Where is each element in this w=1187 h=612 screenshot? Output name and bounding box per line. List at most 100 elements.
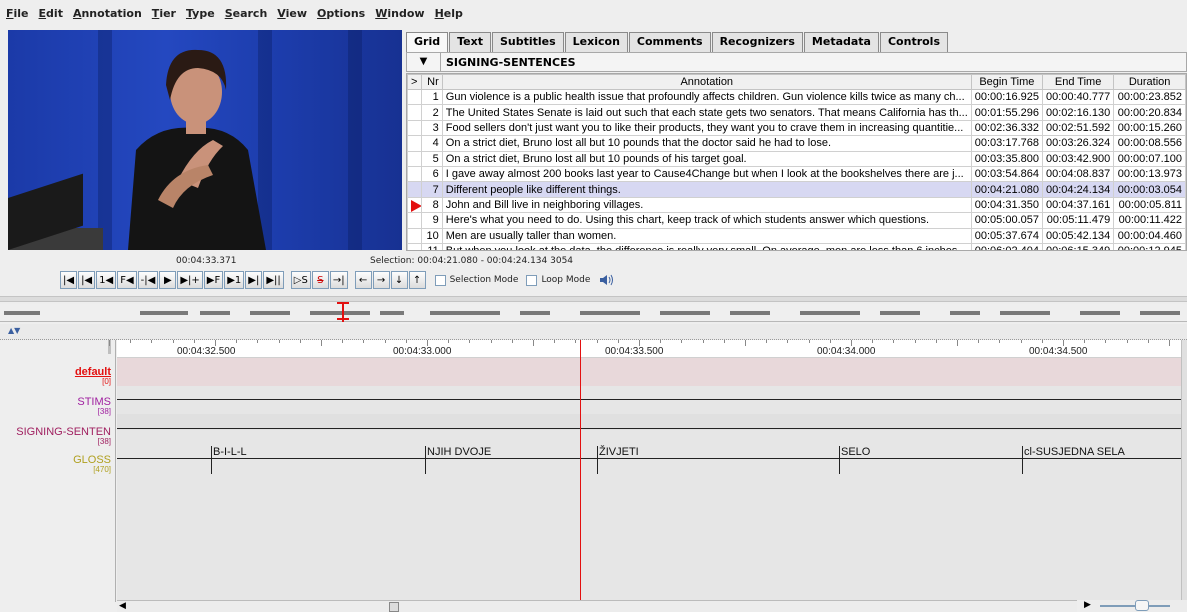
row-nr[interactable]: 4 [420, 135, 443, 152]
row-end-time[interactable]: 00:05:42.134 [1041, 227, 1115, 244]
row-duration[interactable]: 00:00:07.100 [1113, 150, 1186, 167]
grid-row[interactable]: 11But when you look at the data, the dif… [407, 242, 1186, 250]
menu-view[interactable]: View [277, 7, 307, 20]
col-begin-header[interactable]: Begin Time [970, 74, 1043, 90]
panel-splitter[interactable] [0, 296, 1187, 302]
col-annotation-header[interactable]: Annotation [441, 74, 972, 90]
gloss-annotation[interactable]: SELO [841, 446, 870, 458]
menu-edit[interactable]: Edit [39, 7, 63, 20]
go-to-begin-button[interactable]: |◀ [60, 271, 78, 289]
gloss-annotation[interactable]: NJIH DVOJE [427, 446, 491, 458]
row-annotation[interactable]: Here's what you need to do. Using this c… [441, 212, 972, 229]
grid-row[interactable]: 8 John and Bill live in neighboring villa… [407, 196, 1186, 214]
menu-type[interactable]: Type [186, 7, 215, 20]
tab-comments[interactable]: Comments [628, 32, 711, 52]
row-begin-time[interactable]: 00:06:02.404 [970, 242, 1043, 250]
row-duration[interactable]: 00:00:03.054 [1113, 181, 1186, 198]
previous-second-button[interactable]: 1◀ [96, 271, 117, 289]
menu-search[interactable]: Search [225, 7, 268, 20]
collapse-toggle-icon[interactable]: ▲▼ [8, 326, 20, 335]
row-begin-time[interactable]: 00:03:54.864 [970, 165, 1043, 183]
col-duration-header[interactable]: Duration [1113, 74, 1186, 90]
next-frame-button[interactable]: ▶F [203, 271, 224, 289]
previous-annotation-button[interactable]: ← [354, 271, 372, 289]
grid-row[interactable]: 5 On a strict diet, Bruno lost all but 10… [407, 150, 1186, 167]
row-nr[interactable]: 3 [420, 119, 443, 137]
row-annotation[interactable]: I gave away almost 200 books last year t… [441, 165, 972, 183]
row-annotation[interactable]: On a strict diet, Bruno lost all but 10 … [441, 150, 972, 167]
row-annotation[interactable]: On a strict diet, Bruno lost all but 10 … [441, 135, 972, 152]
selection-mode-checkbox[interactable]: Selection Mode [434, 274, 518, 286]
row-marker[interactable] [407, 212, 422, 229]
row-annotation[interactable]: Different people like different things. [441, 181, 972, 198]
tier-label-gloss[interactable]: GLOSS [470] [73, 454, 111, 474]
previous-pixel-button[interactable]: -|◀ [137, 271, 159, 289]
row-annotation[interactable]: Gun violence is a public health issue th… [441, 88, 972, 106]
row-marker[interactable] [407, 242, 422, 250]
row-end-time[interactable]: 00:03:26.324 [1041, 135, 1115, 152]
row-duration[interactable]: 00:00:13.973 [1113, 165, 1186, 183]
row-marker[interactable] [407, 119, 422, 137]
row-annotation[interactable]: John and Bill live in neighboring villag… [441, 196, 972, 214]
row-marker[interactable] [407, 150, 422, 167]
row-duration[interactable]: 00:00:12.945 [1113, 242, 1186, 250]
track-default[interactable] [117, 358, 1181, 386]
annotation-above-button[interactable]: ↑ [408, 271, 426, 289]
grid-row[interactable]: 4 On a strict diet, Bruno lost all but 10… [407, 135, 1186, 152]
gloss-annotation[interactable]: B-I-L-L [213, 446, 247, 458]
zoom-slider[interactable]: ▶ [1080, 600, 1187, 612]
row-marker[interactable] [407, 165, 422, 183]
menu-file[interactable]: File [6, 7, 29, 20]
row-marker[interactable] [407, 196, 422, 214]
row-nr[interactable]: 9 [420, 212, 443, 229]
row-begin-time[interactable]: 00:04:21.080 [970, 181, 1043, 198]
dropdown-arrow-icon[interactable]: ▼ [407, 53, 441, 71]
row-duration[interactable]: 00:00:11.422 [1113, 212, 1186, 229]
row-marker[interactable] [407, 104, 422, 121]
row-marker[interactable] [407, 88, 422, 106]
selection-mode-box[interactable] [434, 274, 446, 286]
menu-annotation[interactable]: Annotation [73, 7, 142, 20]
row-begin-time[interactable]: 00:01:55.296 [970, 104, 1043, 121]
row-begin-time[interactable]: 00:05:37.674 [970, 227, 1043, 244]
play-button[interactable]: ▶ [159, 271, 177, 289]
next-scrollview-button[interactable]: ▶| [245, 271, 263, 289]
grid-row[interactable]: 3 Food sellers don't just want you to lik… [407, 119, 1186, 137]
row-end-time[interactable]: 00:05:11.479 [1041, 212, 1115, 229]
tier-label-signing-sentences[interactable]: SIGNING-SENTEN [38] [16, 426, 111, 446]
row-end-time[interactable]: 00:02:16.130 [1041, 104, 1115, 121]
row-end-time[interactable]: 00:04:37.161 [1041, 196, 1115, 214]
loop-mode-checkbox[interactable]: Loop Mode [526, 274, 590, 286]
grid-row[interactable]: 9 Here's what you need to do. Using this … [407, 212, 1186, 229]
horizontal-scrollbar[interactable]: ◀ [117, 600, 1077, 612]
row-end-time[interactable]: 00:03:42.900 [1041, 150, 1115, 167]
row-duration[interactable]: 00:00:04.460 [1113, 227, 1186, 244]
row-duration[interactable]: 00:00:23.852 [1113, 88, 1186, 106]
speaker-icon[interactable] [598, 273, 616, 287]
row-nr[interactable]: 6 [420, 165, 443, 183]
menu-tier[interactable]: Tier [152, 7, 176, 20]
scroll-thumb[interactable] [389, 602, 399, 612]
row-end-time[interactable]: 00:00:40.777 [1041, 88, 1115, 106]
tab-recognizers[interactable]: Recognizers [711, 32, 803, 52]
overview-timeline[interactable] [0, 304, 1187, 322]
row-duration[interactable]: 00:00:20.834 [1113, 104, 1186, 121]
menu-help[interactable]: Help [435, 7, 463, 20]
grid-row[interactable]: 1 Gun violence is a public health issue t… [407, 88, 1186, 106]
row-nr[interactable]: 2 [420, 104, 443, 121]
grid-row[interactable]: 7 Different people like different things.… [407, 181, 1186, 198]
zoom-knob[interactable] [1135, 600, 1149, 611]
clear-selection-button[interactable]: S [311, 271, 329, 289]
scroll-right-icon[interactable]: ▶ [1084, 600, 1091, 610]
loop-mode-box[interactable] [526, 274, 538, 286]
row-nr[interactable]: 5 [420, 150, 443, 167]
tab-grid[interactable]: Grid [406, 32, 449, 52]
row-nr[interactable]: 8 [420, 196, 443, 214]
row-annotation[interactable]: Food sellers don't just want you to like… [441, 119, 972, 137]
row-nr[interactable]: 7 [420, 181, 443, 198]
row-end-time[interactable]: 00:02:51.592 [1041, 119, 1115, 137]
video-viewer[interactable] [8, 30, 402, 250]
grid-row[interactable]: 10 Men are usually taller than women. 00:0… [407, 227, 1186, 244]
grid-row[interactable]: 2 The United States Senate is laid out su… [407, 104, 1186, 121]
tier-selector[interactable]: ▼ SIGNING-SENTENCES [406, 52, 1187, 72]
